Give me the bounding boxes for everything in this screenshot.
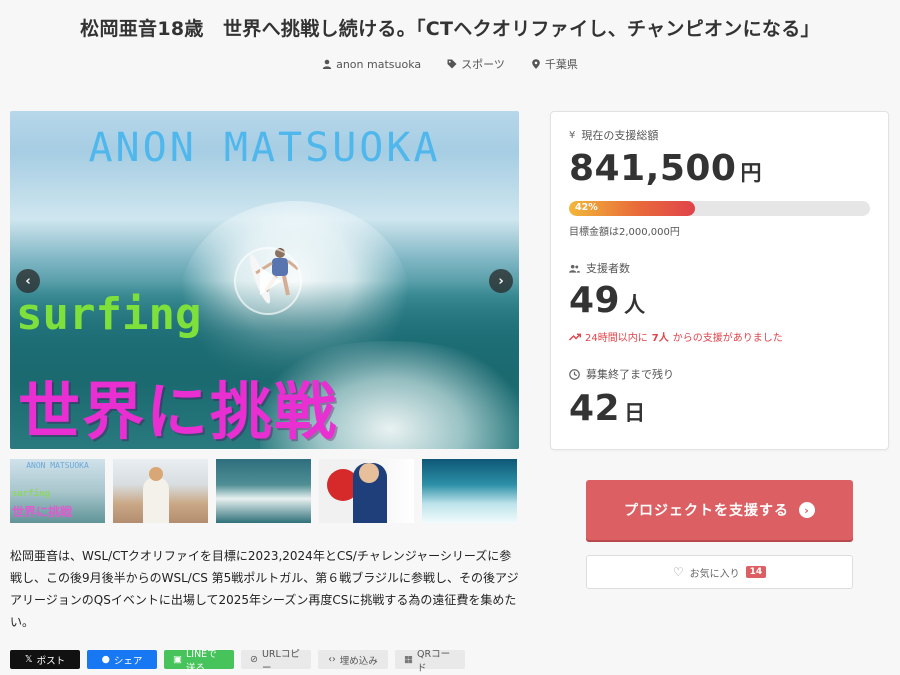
embed-button[interactable]: ‹› 埋め込み xyxy=(318,650,388,669)
thumbnail-5[interactable] xyxy=(422,459,517,523)
hero-banner-challenge: 世界に挑戦 xyxy=(18,375,339,448)
copy-url-button[interactable]: ⊘ URLコピー xyxy=(241,649,311,674)
qr-icon: ▦ xyxy=(404,654,413,665)
favorite-button[interactable]: ♡ お気に入り 14 xyxy=(586,555,853,589)
clock-icon xyxy=(569,368,580,380)
share-line-button[interactable]: ▣ LINEで送る xyxy=(164,649,234,674)
yen-icon: ¥ xyxy=(569,129,576,141)
thumbnail-strip: ANON MATSUOKA surfing 世界に挑戦 xyxy=(10,459,519,523)
favorite-label: お気に入り xyxy=(689,568,740,580)
supporters-count: 49 人 xyxy=(569,280,646,321)
users-icon xyxy=(569,264,580,273)
support-project-label: プロジェクトを支援する xyxy=(624,503,789,519)
play-icon[interactable] xyxy=(234,247,302,315)
project-description: 松岡亜音は、WSL/CTクオリファイを目標に2023,2024年とCS/チャレン… xyxy=(10,549,519,629)
thumbnail-1-challenge: 世界に挑戦 xyxy=(12,505,73,519)
total-amount-value: 841,500 xyxy=(569,148,737,189)
supporters-label: 支援者数 xyxy=(569,260,630,276)
total-amount-unit: 円 xyxy=(740,161,762,185)
remaining-label-text: 募集終了まで残り xyxy=(586,368,674,381)
page-title: 松岡亜音18歳 世界へ挑戦し続ける。「CTヘクオリファイし、チャンピオンになる」 xyxy=(80,18,820,40)
thumbnail-2-head xyxy=(149,467,163,481)
remaining-days: 42 日 xyxy=(569,388,646,429)
total-label-text: 現在の支援総額 xyxy=(581,129,659,142)
thumbnail-1-surfing: surfing xyxy=(12,489,50,499)
thumbnail-4[interactable] xyxy=(319,459,414,523)
supporters-trend: 24時間以内に 7人 からの支援がありました xyxy=(569,329,783,344)
heart-icon: ♡ xyxy=(672,565,684,579)
category-name: スポーツ xyxy=(461,58,505,71)
user-icon xyxy=(322,59,332,69)
total-label: ¥ 現在の支援総額 xyxy=(569,127,658,143)
thumbnail-1-title: ANON MATSUOKA xyxy=(26,461,89,470)
qr-code-label: QRコード xyxy=(416,648,451,674)
meta-owner[interactable]: anon matsuoka xyxy=(322,56,421,72)
remaining-days-value: 42 xyxy=(569,388,621,429)
supporters-label-text: 支援者数 xyxy=(586,262,630,275)
embed-label: 埋め込み xyxy=(339,655,378,667)
tag-icon xyxy=(447,59,457,69)
trend-count: 7人 xyxy=(651,333,669,344)
share-facebook-label: シェア xyxy=(113,655,143,667)
share-bar: 𝕏 ポスト ● シェア ▣ LINEで送る ⊘ URLコピー ‹› 埋め込み ▦… xyxy=(10,649,465,674)
location-name: 千葉県 xyxy=(544,58,578,71)
funding-stats-panel: ¥ 現在の支援総額 841,500 円 42% 目標金額は2,000,000円 支… xyxy=(550,111,889,450)
x-icon: 𝕏 xyxy=(24,654,33,665)
carousel-prev-button[interactable]: ‹ xyxy=(16,269,40,293)
thumbnail-4-head xyxy=(359,463,379,483)
supporters-count-value: 49 xyxy=(569,280,621,321)
link-icon: ⊘ xyxy=(250,654,258,665)
owner-name: anon matsuoka xyxy=(336,57,422,71)
hero-video[interactable]: ANON MATSUOKA surfing 世界に挑戦 ‹ › xyxy=(10,111,519,449)
trend-suffix: からの支援がありました xyxy=(672,333,783,344)
chevron-right-icon: › xyxy=(799,502,815,518)
funding-progress-percent: 42% xyxy=(575,202,598,213)
thumbnail-1[interactable]: ANON MATSUOKA surfing 世界に挑戦 xyxy=(10,459,105,523)
thumbnail-2[interactable] xyxy=(113,459,208,523)
copy-url-label: URLコピー xyxy=(261,648,300,674)
share-x-label: ポスト xyxy=(36,655,66,667)
thumbnail-2-person xyxy=(143,477,169,523)
hero-banner-surfing: surfing xyxy=(16,289,202,340)
goal-amount: 目標金額は2,000,000円 xyxy=(569,227,680,238)
remaining-days-unit: 日 xyxy=(624,401,646,425)
share-x-button[interactable]: 𝕏 ポスト xyxy=(10,650,80,669)
location-pin-icon xyxy=(532,59,540,69)
trend-prefix: 24時間以内に xyxy=(585,333,648,344)
support-project-button[interactable]: プロジェクトを支援する › xyxy=(586,480,853,540)
supporters-count-unit: 人 xyxy=(624,293,646,317)
funding-progress-bar: 42% xyxy=(569,201,870,216)
meta-location[interactable]: 千葉県 xyxy=(531,56,578,72)
favorite-count-badge: 14 xyxy=(745,566,767,578)
line-icon: ▣ xyxy=(173,654,182,665)
facebook-icon: ● xyxy=(101,654,110,665)
share-facebook-button[interactable]: ● シェア xyxy=(87,650,157,669)
hero-banner-name: ANON MATSUOKA xyxy=(88,125,441,171)
trending-up-icon xyxy=(569,333,581,340)
carousel-next-button[interactable]: › xyxy=(489,269,513,293)
share-line-label: LINEで送る xyxy=(185,648,217,674)
total-amount: 841,500 円 xyxy=(569,148,762,189)
qr-code-button[interactable]: ▦ QRコード xyxy=(395,649,465,674)
remaining-label: 募集終了まで残り xyxy=(569,366,674,382)
thumbnail-3[interactable] xyxy=(216,459,311,523)
code-icon: ‹› xyxy=(328,654,336,665)
project-meta: anon matsuoka スポーツ 千葉県 xyxy=(0,56,900,72)
meta-category[interactable]: スポーツ xyxy=(447,56,505,72)
